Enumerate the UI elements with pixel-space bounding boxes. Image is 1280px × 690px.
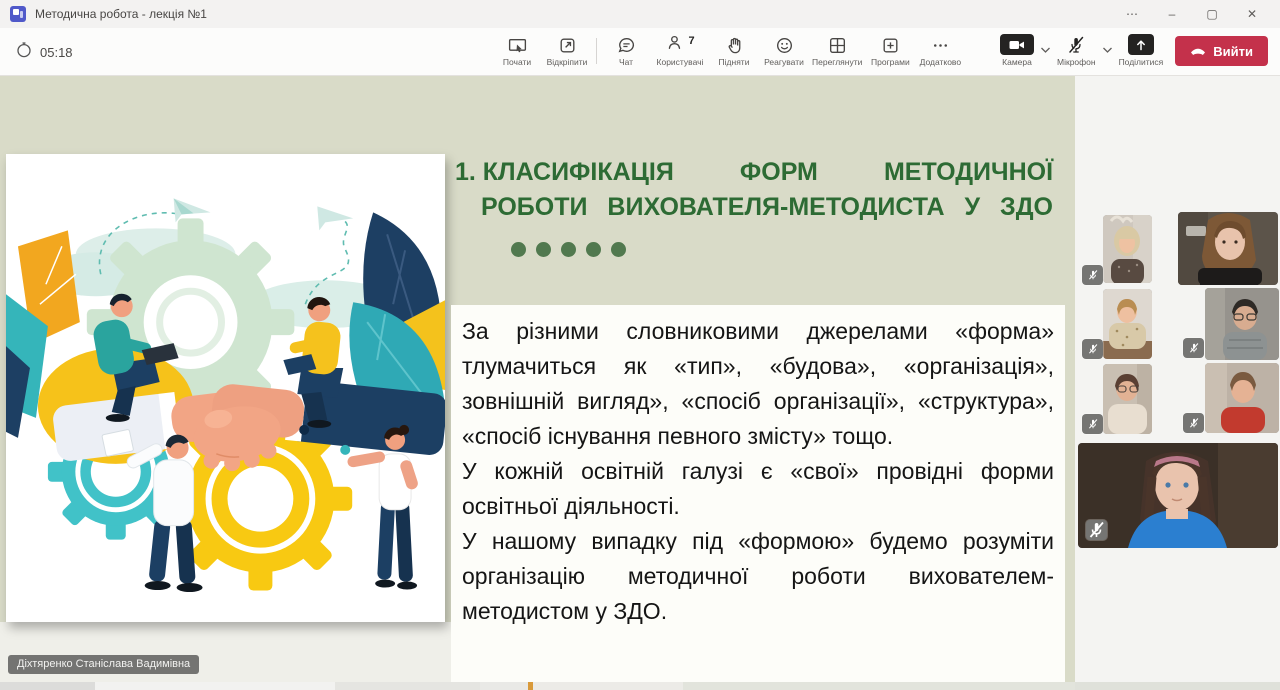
window-close-icon[interactable]: ✕ bbox=[1232, 0, 1272, 28]
mic-muted-icon bbox=[1082, 414, 1103, 434]
window-more-icon[interactable]: ⋯ bbox=[1112, 0, 1152, 28]
participants-button[interactable]: 7 Користувачі bbox=[651, 30, 709, 67]
chat-button[interactable]: Чат bbox=[601, 30, 651, 67]
meeting-toolbar: 05:18 Почати Відкріпити Чат bbox=[0, 28, 1280, 76]
mic-muted-icon bbox=[1082, 265, 1103, 285]
share-button[interactable]: Поділитися bbox=[1119, 32, 1164, 67]
react-button[interactable]: Реагувати bbox=[759, 30, 809, 67]
chat-bubble-icon bbox=[616, 34, 637, 56]
title-dots bbox=[511, 242, 1053, 257]
mic-muted-icon bbox=[1183, 413, 1204, 433]
hangup-phone-icon bbox=[1190, 44, 1206, 59]
camera-button[interactable]: Камера bbox=[1000, 32, 1034, 67]
participant-video-tile[interactable] bbox=[1178, 212, 1278, 285]
slide-title-line1: 1. КЛАСИФІКАЦІЯ ФОРМ МЕТОДИЧНОЇ bbox=[455, 158, 1053, 187]
microphone-button[interactable]: Мікрофон bbox=[1057, 32, 1096, 67]
share-arrow-icon bbox=[1128, 34, 1154, 55]
shared-presentation-area[interactable]: 1. КЛАСИФІКАЦІЯ ФОРМ МЕТОДИЧНОЇ РОБОТИ В… bbox=[0, 76, 1075, 690]
participant-video-tile[interactable] bbox=[1103, 289, 1152, 359]
mic-muted-icon bbox=[1086, 520, 1107, 540]
window-title: Методична робота - лекція №1 bbox=[35, 7, 207, 21]
mic-muted-icon bbox=[1082, 339, 1103, 359]
gallery-view-icon bbox=[827, 34, 848, 56]
window-minimize-icon[interactable]: – bbox=[1152, 0, 1192, 28]
slide-paragraph-3: У нашому випадку під «формою» будемо роз… bbox=[462, 524, 1054, 629]
present-screen-icon bbox=[507, 34, 528, 56]
participant-video-tile[interactable] bbox=[1205, 363, 1279, 433]
slide-paragraph-2: У кожній освітній галузі є «свої» провід… bbox=[462, 454, 1054, 524]
bottom-strip-segment bbox=[0, 682, 95, 690]
mic-muted-icon bbox=[1066, 34, 1086, 55]
window-maximize-icon[interactable]: ▢ bbox=[1192, 0, 1232, 28]
participant-video-tile[interactable] bbox=[1103, 215, 1152, 283]
participant-video-tile[interactable] bbox=[1103, 364, 1152, 434]
timer-value: 05:18 bbox=[40, 45, 73, 60]
more-actions-button[interactable]: Додатково bbox=[915, 30, 965, 67]
bottom-edge-strip bbox=[0, 682, 1280, 690]
teams-meeting-window: Методична робота - лекція №1 ⋯ – ▢ ✕ 05:… bbox=[0, 0, 1280, 690]
leave-label: Вийти bbox=[1213, 44, 1253, 59]
participants-count: 7 bbox=[688, 35, 694, 47]
bullet-dot bbox=[536, 242, 551, 257]
raised-hand-icon bbox=[724, 34, 745, 56]
bullet-dot bbox=[511, 242, 526, 257]
window-titlebar: Методична робота - лекція №1 ⋯ – ▢ ✕ bbox=[0, 0, 1280, 28]
bottom-strip-segment bbox=[95, 682, 335, 690]
mic-muted-icon bbox=[1183, 338, 1204, 358]
start-presenting-button[interactable]: Почати bbox=[492, 30, 542, 67]
timer-icon bbox=[16, 42, 32, 63]
bottom-strip-segment bbox=[335, 682, 480, 690]
view-button[interactable]: Переглянути bbox=[809, 30, 865, 67]
ellipsis-icon bbox=[930, 34, 951, 56]
bullet-dot bbox=[611, 242, 626, 257]
bullet-dot bbox=[586, 242, 601, 257]
participant-video-tile[interactable] bbox=[1205, 288, 1279, 360]
mic-options-chevron-icon[interactable] bbox=[1102, 32, 1113, 59]
bottom-strip-segment bbox=[683, 682, 1075, 690]
slide-paragraph-1: За різними словниковими джерелами «форма… bbox=[462, 314, 1054, 454]
slide-text-panel: За різними словниковими джерелами «форма… bbox=[451, 305, 1065, 690]
meeting-timer: 05:18 bbox=[16, 28, 73, 76]
bottom-strip-segment bbox=[533, 682, 683, 690]
apps-button[interactable]: Програми bbox=[865, 30, 915, 67]
unpin-button[interactable]: Відкріпити bbox=[542, 30, 592, 67]
leave-button[interactable]: Вийти bbox=[1175, 36, 1268, 66]
bullet-dot bbox=[561, 242, 576, 257]
slide-title: 1. КЛАСИФІКАЦІЯ ФОРМ МЕТОДИЧНОЇ РОБОТИ В… bbox=[455, 158, 1053, 257]
slide-title-line2: РОБОТИ ВИХОВАТЕЛЯ-МЕТОДИСТА У ЗДО bbox=[481, 193, 1053, 222]
apps-plus-icon bbox=[880, 34, 901, 56]
popout-arrow-icon bbox=[557, 34, 578, 56]
teams-logo-icon bbox=[10, 6, 26, 22]
camera-icon bbox=[1000, 34, 1034, 55]
people-icon bbox=[665, 32, 686, 58]
bottom-strip-segment bbox=[1075, 682, 1280, 690]
raise-hand-button[interactable]: Підняти bbox=[709, 30, 759, 67]
slide-illustration-panel bbox=[6, 154, 445, 622]
smiley-icon bbox=[774, 34, 795, 56]
toolbar-divider bbox=[596, 38, 597, 64]
handshake-teamwork-illustration bbox=[6, 154, 445, 622]
participant-video-tile-large[interactable] bbox=[1078, 443, 1278, 548]
camera-options-chevron-icon[interactable] bbox=[1040, 32, 1051, 59]
presenter-name-badge: Діхтяренко Станіслава Вадимівна bbox=[8, 655, 199, 674]
participants-rail bbox=[1075, 76, 1280, 690]
